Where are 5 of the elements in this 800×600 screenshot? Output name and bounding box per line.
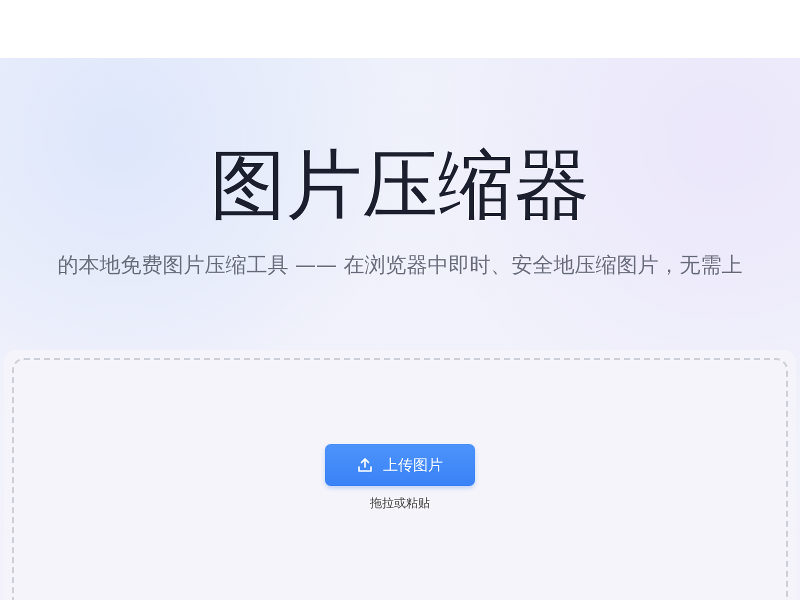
drop-hint: 拖拉或粘贴 xyxy=(370,495,430,512)
drop-zone[interactable]: 上传图片 拖拉或粘贴 xyxy=(12,358,788,600)
subtitle: 的本地免费图片压缩工具 —— 在浏览器中即时、安全地压缩图片，无需上 xyxy=(57,252,743,279)
page-title: 图片压缩器 xyxy=(210,140,590,230)
upload-icon xyxy=(357,457,373,473)
